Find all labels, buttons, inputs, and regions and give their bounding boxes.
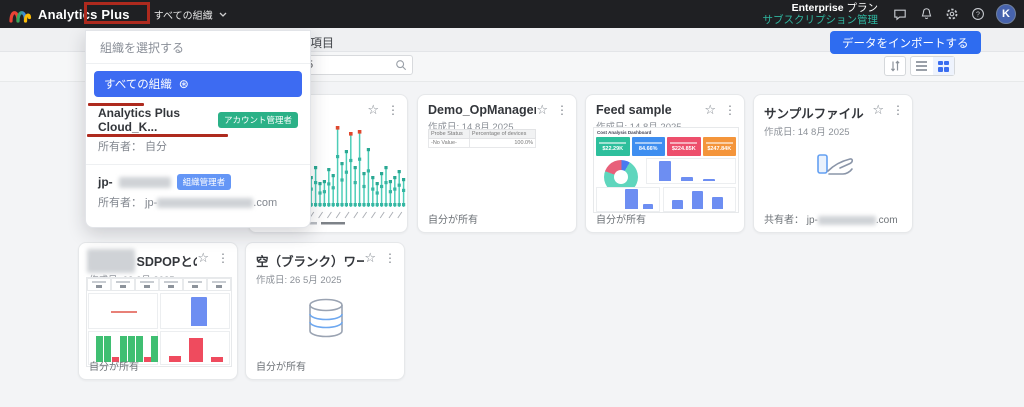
org-option-analytics-cloud[interactable]: Analytics Plus Cloud_K... アカウント管理者 所有者： … xyxy=(86,97,310,158)
grid-view-button[interactable] xyxy=(933,57,955,75)
thumbnail-table: Probe Status Percentage of devices -No V… xyxy=(428,129,536,148)
top-navbar: Analytics Plus すべての組織 Enterprise プラン サブス… xyxy=(0,0,1024,28)
kpi-tile: 84.66% xyxy=(632,137,666,156)
sort-button[interactable] xyxy=(884,56,906,76)
bar-chart-thumbnail xyxy=(646,158,736,184)
subscription-management-link[interactable]: サブスクリプション管理 xyxy=(763,14,879,26)
role-badge: 組織管理者 xyxy=(177,174,232,190)
workspace-card-demo-opmanager[interactable]: Demo_OpManager 作成日: 14 8月 2025 ☆ ⋮ Probe… xyxy=(417,94,577,233)
kebab-menu-icon[interactable]: ⋮ xyxy=(387,103,399,117)
list-view-icon xyxy=(916,59,927,73)
kebab-menu-icon[interactable]: ⋮ xyxy=(892,103,904,138)
created-date: 作成日: 26 5月 2025 xyxy=(256,272,364,286)
star-icon[interactable]: ☆ xyxy=(367,103,379,117)
user-avatar[interactable]: K xyxy=(996,4,1016,24)
workspace-title[interactable]: Demo_OpManager xyxy=(428,103,536,117)
org-selector-dropdown-trigger[interactable]: すべての組織 xyxy=(148,3,233,26)
kebab-menu-icon[interactable]: ⋮ xyxy=(384,251,396,286)
ownership-label: 自分が所有 xyxy=(89,358,139,373)
org-dropdown-header: 組織を選択する xyxy=(86,31,310,64)
org-owner-label: 所有者： jp- .com xyxy=(98,194,298,210)
workspace-card-sdpop[interactable]: SDPOPとの連携 作成日: 02 6月 2025 ☆ ⋮ xyxy=(78,242,238,380)
bar-chart-thumbnail xyxy=(663,187,736,212)
notifications-bell-icon[interactable] xyxy=(918,6,934,22)
org-name: Analytics Plus Cloud_K... xyxy=(98,106,212,134)
feedback-icon[interactable] xyxy=(892,6,908,22)
owner-prefix: 所有者： jp- xyxy=(98,197,157,209)
org-name-prefix: jp- xyxy=(98,175,113,189)
settings-gear-icon[interactable] xyxy=(944,6,960,22)
ownership-label: 自分が所有 xyxy=(256,358,306,373)
workspace-card-sample-file[interactable]: サンプルファイル 作成日: 14 8月 2025 ☆ ⋮ 共有者： jp- .co… xyxy=(753,94,913,233)
analytics-plus-logo-icon xyxy=(8,5,32,23)
plan-name: Enterprise xyxy=(792,2,844,14)
table-header: Probe Status xyxy=(429,130,470,139)
redaction-blur xyxy=(119,177,171,188)
items-tab-label-fragment[interactable]: 項目 xyxy=(310,34,334,51)
table-cell: 100.0% xyxy=(469,139,535,148)
org-dropdown-panel: 組織を選択する すべての組織 ⊛ Analytics Plus Cloud_K.… xyxy=(85,30,311,228)
redaction-blur xyxy=(818,216,876,225)
kebab-menu-icon[interactable]: ⋮ xyxy=(556,103,568,133)
star-icon[interactable]: ☆ xyxy=(364,251,376,286)
created-date: 作成日: 14 8月 2025 xyxy=(764,124,872,138)
role-badge: アカウント管理者 xyxy=(218,112,298,128)
workspace-card-feed-sample[interactable]: Feed sample 作成日: 14 8月 2025 ☆ ⋮ Cost Ana… xyxy=(585,94,745,233)
dashboard-title: Cost Analysis Dashboard xyxy=(594,128,738,137)
workspace-title[interactable]: 空（ブランク）ワークスペ... xyxy=(256,251,364,270)
chevron-down-icon xyxy=(219,12,227,17)
selected-star-icon: ⊛ xyxy=(179,77,189,91)
dashboard-thumbnail: Cost Analysis Dashboard $22.29K 84.66% $… xyxy=(593,127,739,213)
kpi-tile: $224.85K xyxy=(667,137,701,156)
dashboard-thumbnail xyxy=(86,277,232,367)
plan-info: Enterprise プラン サブスクリプション管理 xyxy=(763,2,879,26)
org-option-all[interactable]: すべての組織 ⊛ xyxy=(94,71,302,97)
brand-name: Analytics Plus xyxy=(38,7,130,22)
bar-chart-thumbnail xyxy=(160,293,230,329)
shared-by-suffix: .com xyxy=(876,215,898,226)
ownership-label: 自分が所有 xyxy=(596,211,646,226)
plan-suffix: プラン xyxy=(844,2,878,14)
view-toggle xyxy=(910,56,955,76)
table-header: Percentage of devices xyxy=(469,130,535,139)
org-owner-label: 所有者： 自分 xyxy=(98,138,298,154)
workspace-card-blank[interactable]: 空（ブランク）ワークスペ... 作成日: 26 5月 2025 ☆ ⋮ 自分が所… xyxy=(245,242,405,380)
shared-hand-icon xyxy=(810,147,858,183)
bar-chart-thumbnail xyxy=(160,331,230,365)
star-icon[interactable]: ☆ xyxy=(536,103,548,133)
search-icon xyxy=(395,59,412,71)
empty-chart-panel xyxy=(88,293,158,329)
kpi-tile: $22.29K xyxy=(596,137,630,156)
svg-text:?: ? xyxy=(976,12,980,19)
app-brand: Analytics Plus xyxy=(0,5,130,23)
workspace-title[interactable]: サンプルファイル xyxy=(764,103,872,122)
shared-by-prefix: 共有者： jp- xyxy=(764,215,818,226)
star-icon[interactable]: ☆ xyxy=(872,103,884,138)
sort-icon xyxy=(889,60,901,72)
kpi-tile: $247.84K xyxy=(703,137,737,156)
import-data-button[interactable]: データをインポートする xyxy=(830,31,981,54)
org-option-all-label: すべての組織 xyxy=(104,76,172,92)
database-cylinder-icon xyxy=(304,297,348,339)
bar-chart-thumbnail xyxy=(596,187,660,212)
org-selector-label: すべての組織 xyxy=(154,7,213,22)
help-icon[interactable]: ? xyxy=(970,6,986,22)
shared-by-label: 共有者： jp- .com xyxy=(764,211,898,226)
workspace-title[interactable]: Feed sample xyxy=(596,103,704,117)
ownership-label: 自分が所有 xyxy=(428,211,478,226)
redaction-blur xyxy=(157,198,253,208)
table-cell: -No Value- xyxy=(429,139,470,148)
redaction-blur xyxy=(87,249,135,273)
org-option-jp[interactable]: jp- 組織管理者 所有者： jp- .com xyxy=(86,165,310,214)
list-view-button[interactable] xyxy=(911,57,933,75)
owner-suffix: .com xyxy=(253,197,277,209)
grid-view-icon xyxy=(938,61,949,72)
